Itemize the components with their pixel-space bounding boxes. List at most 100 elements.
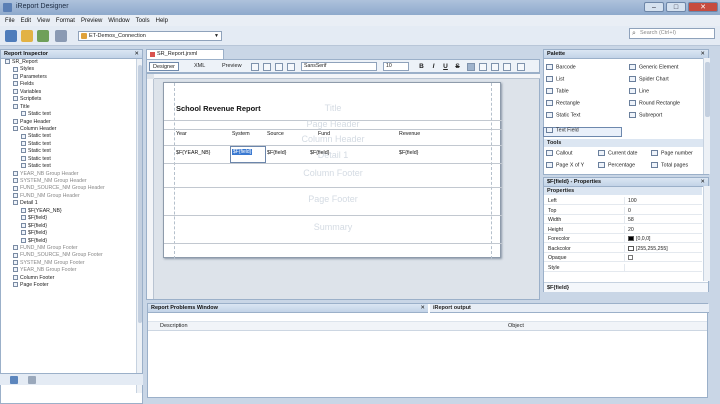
- datasource-icon[interactable]: [55, 30, 67, 42]
- band-divider[interactable]: [164, 243, 502, 244]
- palette-item[interactable]: Barcode: [546, 64, 576, 71]
- save-icon[interactable]: [37, 30, 49, 42]
- italic-button[interactable]: I: [429, 62, 438, 71]
- tree-item[interactable]: SYSTEM_NM Group Footer: [1, 260, 137, 267]
- tree-item[interactable]: $F{field}: [1, 238, 137, 245]
- menu-help[interactable]: Help: [153, 18, 171, 24]
- tree-item[interactable]: SR_Report: [1, 59, 137, 66]
- menu-preview[interactable]: Preview: [78, 18, 105, 24]
- menu-view[interactable]: View: [34, 18, 53, 24]
- band-divider[interactable]: [164, 215, 502, 216]
- tree-item[interactable]: Static text: [1, 148, 137, 155]
- tools-icon[interactable]: [28, 376, 36, 384]
- tree-item[interactable]: FUND_SOURCE_NM Group Footer: [1, 252, 137, 259]
- palette-item[interactable]: Spider Chart: [629, 76, 669, 83]
- field-source[interactable]: $F{field}: [267, 150, 286, 156]
- menu-edit[interactable]: Edit: [18, 18, 34, 24]
- tools-section-header[interactable]: Tools: [544, 139, 703, 147]
- column-object[interactable]: Object: [508, 322, 524, 331]
- palette-item[interactable]: Rectangle: [546, 100, 580, 107]
- tree-item[interactable]: Title: [1, 104, 137, 111]
- maximize-button[interactable]: □: [666, 2, 686, 12]
- column-header-fund[interactable]: Fund: [318, 131, 330, 137]
- column-header-revenue[interactable]: Revenue: [399, 131, 420, 137]
- tree-item[interactable]: Detail 1: [1, 200, 137, 207]
- underline-button[interactable]: U: [441, 62, 450, 71]
- palette-item[interactable]: List: [546, 76, 564, 83]
- menu-file[interactable]: File: [2, 18, 18, 24]
- column-header-source[interactable]: Source: [267, 131, 284, 137]
- tab-designer[interactable]: Designer: [149, 62, 180, 71]
- property-value[interactable]: [255,255,255]: [624, 244, 702, 253]
- tree-item[interactable]: Variables: [1, 89, 137, 96]
- bold-button[interactable]: B: [417, 62, 426, 71]
- close-icon[interactable]: ✕: [134, 50, 139, 59]
- palette-scrollbar[interactable]: [703, 58, 710, 174]
- field-fund[interactable]: $F{field}: [310, 150, 329, 156]
- new-report-icon[interactable]: [5, 30, 17, 42]
- tool-item[interactable]: Page X of Y: [546, 162, 584, 169]
- palette-item[interactable]: Subreport: [629, 112, 662, 119]
- tree-item[interactable]: Page Header: [1, 119, 137, 126]
- align-right-icon[interactable]: [491, 63, 499, 71]
- tab-ireport-output[interactable]: iReport output: [430, 304, 709, 313]
- opaque-checkbox[interactable]: [628, 255, 633, 261]
- menu-tools[interactable]: Tools: [133, 18, 153, 24]
- field-system-selected[interactable]: $F{field}: [230, 146, 266, 163]
- tree-item[interactable]: $F{field}: [1, 215, 137, 222]
- align-left-icon[interactable]: [467, 63, 475, 71]
- inspector-scrollbar[interactable]: [136, 59, 142, 393]
- tree-item[interactable]: Parameters: [1, 74, 137, 81]
- open-icon[interactable]: [21, 30, 33, 42]
- scroll-thumb[interactable]: [138, 65, 142, 323]
- report-title-text[interactable]: School Revenue Report: [176, 104, 261, 113]
- tree-item[interactable]: Static text: [1, 133, 137, 140]
- tool-item[interactable]: Total pages: [651, 162, 688, 169]
- tab-report-problems[interactable]: Report Problems Window ✕: [148, 304, 428, 313]
- search-input[interactable]: ⌕ Search (Ctrl+I): [629, 28, 715, 39]
- tree-item[interactable]: Static text: [1, 163, 137, 170]
- color-swatch[interactable]: [628, 236, 634, 242]
- tree-item[interactable]: Styles: [1, 66, 137, 73]
- properties-section-header[interactable]: Properties: [544, 187, 702, 195]
- scroll-thumb[interactable]: [705, 62, 710, 117]
- tree-item[interactable]: SYSTEM_NM Group Header: [1, 178, 137, 185]
- property-value[interactable]: 0: [624, 206, 702, 215]
- property-value[interactable]: 100: [624, 197, 702, 205]
- align-justify-icon[interactable]: [503, 63, 511, 71]
- tree-item[interactable]: Scriptlets: [1, 96, 137, 103]
- properties-scrollbar[interactable]: [703, 186, 710, 281]
- property-value[interactable]: 20: [624, 225, 702, 234]
- tree-item[interactable]: Static text: [1, 141, 137, 148]
- zoom-out-icon[interactable]: [263, 63, 271, 71]
- tree-item[interactable]: Column Header: [1, 126, 137, 133]
- tool-item[interactable]: Callout: [546, 150, 573, 157]
- tab-sr-report[interactable]: SR_Report.jrxml: [146, 49, 224, 59]
- tree-item[interactable]: Page Footer: [1, 282, 137, 289]
- band-divider[interactable]: [164, 145, 502, 146]
- palette-item[interactable]: Table: [546, 88, 569, 95]
- property-value[interactable]: [0,0,0]: [624, 235, 702, 243]
- report-page[interactable]: Title Page Header Column Header Detail 1…: [163, 82, 502, 259]
- tool-item[interactable]: Page number: [651, 150, 693, 157]
- more-options-icon[interactable]: [517, 63, 525, 71]
- align-center-icon[interactable]: [479, 63, 487, 71]
- strikethrough-button[interactable]: S: [453, 62, 462, 71]
- tool-item[interactable]: Current date: [598, 150, 637, 157]
- palette-item[interactable]: Round Rectangle: [629, 100, 680, 107]
- font-size-select[interactable]: 10: [383, 62, 409, 71]
- close-button[interactable]: ✕: [688, 2, 718, 12]
- column-header-system[interactable]: System: [232, 131, 250, 137]
- menu-window[interactable]: Window: [105, 18, 132, 24]
- color-swatch[interactable]: [628, 245, 634, 251]
- property-value[interactable]: [624, 254, 702, 262]
- tree-item[interactable]: Static text: [1, 156, 137, 163]
- refresh-icon[interactable]: [10, 376, 18, 384]
- band-divider[interactable]: [164, 163, 502, 164]
- tree-item[interactable]: YEAR_NB Group Header: [1, 171, 137, 178]
- band-divider[interactable]: [164, 129, 502, 130]
- tree-item[interactable]: Column Footer: [1, 275, 137, 282]
- tree-item[interactable]: $F{YEAR_NB}: [1, 208, 137, 215]
- tab-xml[interactable]: XML: [191, 62, 208, 71]
- menu-format[interactable]: Format: [53, 18, 78, 24]
